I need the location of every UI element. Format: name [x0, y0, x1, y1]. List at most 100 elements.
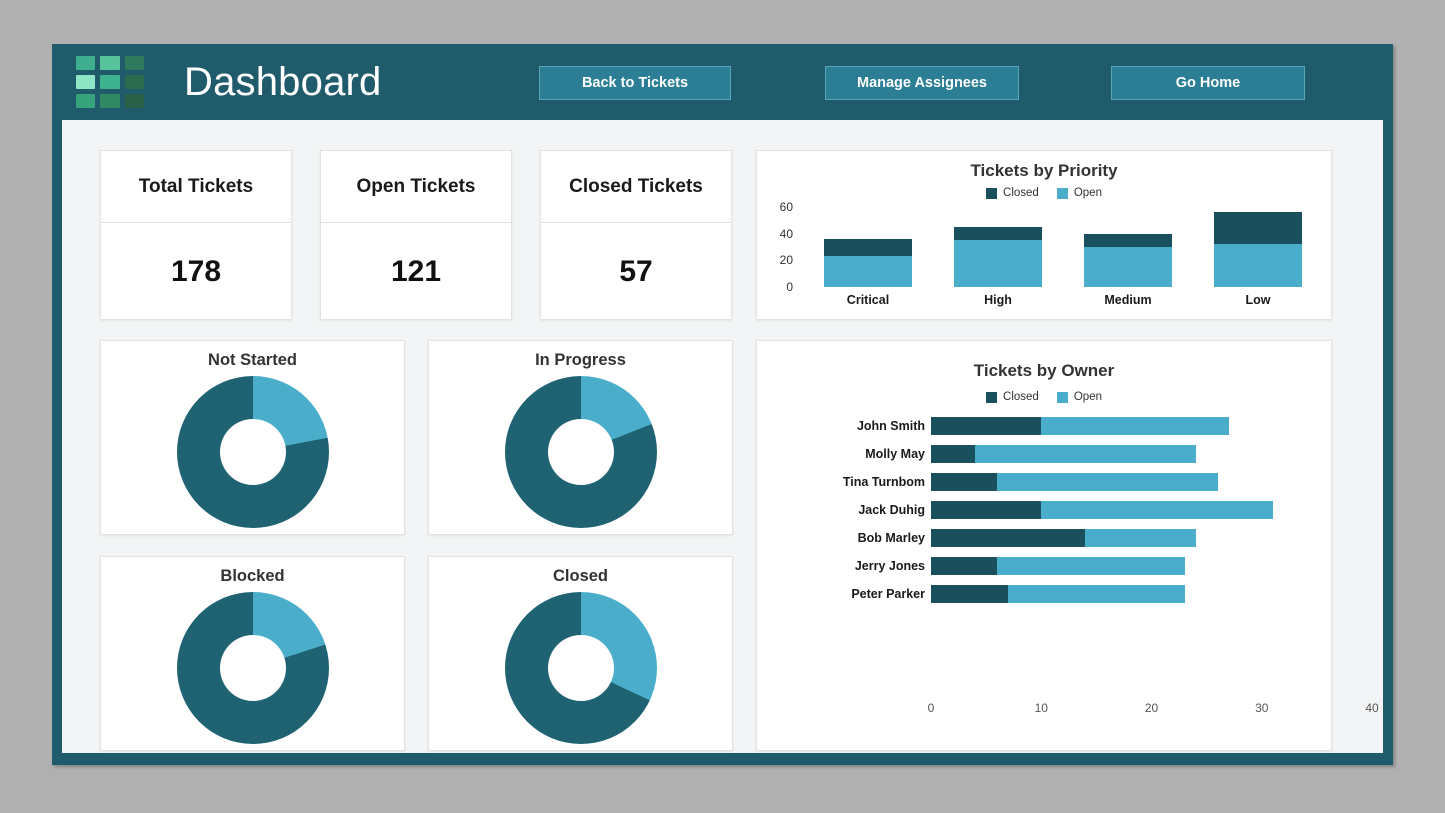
owner-plot-area: John Smith Molly May Tina Turnbom Jack Duhi… — [757, 403, 1379, 733]
owner-bar — [931, 501, 1273, 519]
bar-segment-open — [997, 473, 1218, 491]
legend-swatch-open — [1056, 391, 1068, 403]
owner-row: Molly May — [865, 445, 1372, 463]
bar-segment-open — [1008, 585, 1185, 603]
bar-segment-closed — [931, 473, 998, 491]
owner-row: Tina Turnbom — [843, 473, 1372, 491]
bar-segment-closed — [931, 417, 1042, 435]
bar-segment-closed — [1084, 233, 1172, 247]
kpi-label: Closed Tickets — [541, 151, 731, 223]
dashboard-window: Dashboard Back to Tickets Manage Assigne… — [52, 44, 1393, 765]
bar-medium — [1084, 233, 1172, 287]
donut-chart-in-progress — [504, 376, 657, 528]
x-axis-label: High — [984, 293, 1012, 307]
kpi-card-closed-tickets: Closed Tickets 57 — [540, 150, 732, 320]
owner-row: Jerry Jones — [855, 557, 1372, 575]
bar-segment-open — [1214, 244, 1302, 287]
bar-segment-closed — [931, 445, 976, 463]
legend-item-closed: Closed — [986, 187, 1039, 199]
y-axis-tick: 40 — [779, 226, 793, 241]
manage-assignees-button[interactable]: Manage Assignees — [825, 66, 1019, 100]
bar-segment-open — [1085, 529, 1196, 547]
bar-segment-closed — [1214, 212, 1302, 245]
owner-bar — [931, 445, 1196, 463]
header-nav: Back to Tickets Manage Assignees Go Home — [52, 44, 1393, 120]
owner-row: Jack Duhig — [858, 501, 1372, 519]
chart-legend: Closed Open — [757, 391, 1331, 403]
chart-card-tickets-by-owner: Tickets by Owner Closed Open John Smith M… — [756, 340, 1379, 751]
owner-name-label: Tina Turnbom — [842, 475, 925, 489]
bar-segment-open — [1041, 417, 1229, 435]
donut-chart-closed — [504, 592, 657, 744]
owner-name-label: John Smith — [856, 419, 925, 433]
go-home-button[interactable]: Go Home — [1111, 66, 1305, 100]
bar-low — [1214, 212, 1302, 287]
dashboard-content: Total Tickets 178 Open Tickets 121 Close… — [62, 120, 1383, 753]
donut-card-not-started: Not Started — [100, 340, 405, 535]
x-axis-tick: 40 — [1365, 701, 1379, 715]
kpi-value: 121 — [390, 254, 442, 288]
bar-segment-open — [975, 445, 1196, 463]
y-axis-tick: 0 — [786, 280, 793, 294]
kpi-label: Open Tickets — [321, 151, 511, 223]
bar-segment-closed — [931, 529, 1086, 547]
donut-title: In Progress — [535, 351, 626, 369]
legend-item-open: Open — [1056, 391, 1102, 403]
kpi-card-total-tickets: Total Tickets 178 — [100, 150, 292, 320]
kpi-value: 178 — [170, 254, 222, 288]
donut-chart-blocked — [176, 592, 329, 744]
donut-card-closed: Closed — [428, 556, 733, 751]
owner-name-label: Bob Marley — [857, 531, 925, 545]
legend-swatch-closed — [986, 391, 998, 403]
bar-segment-open — [1041, 501, 1273, 519]
donut-card-in-progress: In Progress — [428, 340, 733, 535]
bar-high — [954, 227, 1042, 287]
owner-bar — [931, 417, 1229, 435]
x-axis-tick: 10 — [1034, 701, 1048, 715]
chart-card-tickets-by-priority: Tickets by Priority Closed Open 0 20 40 60 C… — [756, 150, 1332, 320]
x-axis-label: Medium — [1104, 293, 1152, 307]
donut-chart-not-started — [176, 376, 329, 528]
bar-segment-open — [824, 256, 912, 287]
bar-segment-closed — [824, 239, 912, 257]
back-to-tickets-button[interactable]: Back to Tickets — [539, 66, 731, 100]
legend-label-open: Open — [1073, 187, 1102, 199]
bar-segment-closed — [954, 227, 1042, 241]
legend-label-closed: Closed — [1003, 187, 1039, 199]
bar-segment-open — [954, 240, 1042, 287]
owner-bar — [931, 529, 1196, 547]
owner-bar — [931, 473, 1218, 491]
legend-item-open: Open — [1056, 187, 1102, 199]
owner-row: Peter Parker — [851, 585, 1372, 603]
owner-name-label: Jack Duhig — [858, 503, 925, 517]
legend-label-closed: Closed — [1003, 391, 1039, 403]
owner-bar — [931, 557, 1185, 575]
donut-title: Closed — [552, 567, 608, 585]
bar-segment-closed — [931, 501, 1042, 519]
x-axis-tick: 20 — [1144, 701, 1159, 715]
legend-swatch-closed — [986, 187, 998, 199]
legend-label-open: Open — [1073, 391, 1102, 403]
y-axis-tick: 20 — [779, 253, 793, 268]
chart-title: Tickets by Owner — [973, 361, 1115, 380]
x-axis-tick: 30 — [1255, 701, 1269, 715]
bar-critical — [824, 239, 912, 287]
x-axis-label: Low — [1245, 293, 1271, 307]
owner-name-label: Jerry Jones — [854, 559, 925, 573]
chart-title: Tickets by Priority — [970, 161, 1118, 180]
owner-bar — [931, 585, 1185, 603]
y-axis-tick: 60 — [779, 200, 793, 214]
bar-segment-open — [997, 557, 1185, 575]
legend-item-closed: Closed — [986, 391, 1039, 403]
owner-row: Bob Marley — [858, 529, 1372, 547]
x-axis-label: Critical — [846, 293, 890, 307]
kpi-value: 57 — [619, 254, 653, 288]
owner-row: John Smith — [857, 417, 1372, 435]
donut-title: Not Started — [208, 351, 297, 369]
owner-name-label: Molly May — [865, 447, 925, 461]
legend-swatch-open — [1056, 187, 1068, 199]
bar-segment-closed — [931, 585, 1009, 603]
donut-title: Blocked — [220, 567, 285, 585]
donut-card-blocked: Blocked — [100, 556, 405, 751]
x-axis-tick: 0 — [927, 701, 935, 715]
